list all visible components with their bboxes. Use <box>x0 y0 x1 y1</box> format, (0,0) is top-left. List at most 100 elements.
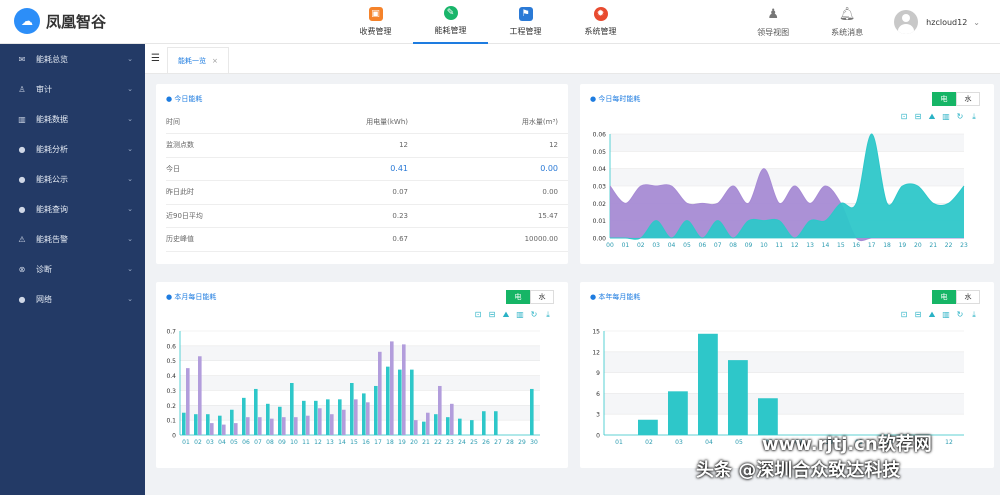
sidebar-item[interactable]: ● 能耗查询 ⌄ <box>0 194 145 224</box>
bar <box>362 393 366 435</box>
x-tick-label: 18 <box>386 439 394 446</box>
system-messages-button[interactable]: 🔔︎ 系统消息 <box>810 7 884 38</box>
chevron-down-icon: ⌄ <box>973 17 980 27</box>
x-tick-label: 05 <box>683 242 691 249</box>
x-tick-label: 22 <box>945 242 953 249</box>
close-icon[interactable]: × <box>212 57 218 65</box>
menu-icon: ⚠ <box>18 234 26 244</box>
bar <box>182 412 186 435</box>
leaf-icon: ✎ <box>443 6 458 20</box>
x-tick-label: 08 <box>266 439 274 446</box>
sidebar-item-label: 能耗公示 <box>36 174 68 184</box>
chevron-down-icon: ⌄ <box>127 205 133 213</box>
bar <box>386 366 390 435</box>
nav-fee-management[interactable]: ▣ 收费管理 <box>338 0 413 44</box>
y-tick-label: 6 <box>596 391 600 398</box>
nav-engineering-management[interactable]: ⚑ 工程管理 <box>488 0 563 44</box>
x-tick-label: 19 <box>398 439 406 446</box>
nav-label: 系统管理 <box>584 27 617 36</box>
bar <box>374 385 378 435</box>
sidebar-item[interactable]: ▥ 能耗数据 ⌄ <box>0 104 145 134</box>
leader-view-button[interactable]: ♟ 领导视图 <box>736 7 810 38</box>
today-energy-panel: ● 今日能耗 时间 用电量(kWh) 用水量(m³) 监测点数 12 12 今日… <box>156 84 568 264</box>
x-tick-label: 19 <box>899 242 907 249</box>
x-tick-label: 12 <box>945 439 953 446</box>
x-tick-label: 08 <box>729 242 737 249</box>
y-tick-label: 3 <box>596 412 600 419</box>
tab-energy-overview[interactable]: 能耗一览 × <box>167 47 229 73</box>
sidebar-item[interactable]: ● 能耗公示 ⌄ <box>0 164 145 194</box>
sidebar-item[interactable]: ✉ 能耗总览 ⌄ <box>0 44 145 74</box>
top-bar: ☁ 凤凰智谷 ▣ 收费管理 ✎ 能耗管理 ⚑ 工程管理 ✹ 系统管理 ♟ 领导视… <box>0 0 1000 44</box>
chevron-down-icon: ⌄ <box>127 85 133 93</box>
today-table: 时间 用电量(kWh) 用水量(m³) 监测点数 12 12 今日 0.41 0… <box>166 110 568 252</box>
bar <box>270 418 274 435</box>
hourly-chart: 0.00 0.01 0.02 0.03 0.04 0.05 0.06 00 01 02 03 04 05… <box>593 132 968 250</box>
nav-label: 能耗管理 <box>434 26 467 35</box>
sidebar-item[interactable]: ⊗ 诊断 ⌄ <box>0 254 145 284</box>
sidebar-item[interactable]: ♙ 审计 ⌄ <box>0 74 145 104</box>
x-tick-label: 20 <box>410 439 418 446</box>
nav-system-management[interactable]: ✹ 系统管理 <box>563 0 638 44</box>
x-tick-label: 18 <box>883 242 891 249</box>
x-tick-label: 02 <box>637 242 645 249</box>
cloud-icon: ☁ <box>14 8 40 34</box>
bell-icon: 🔔︎ <box>838 6 856 22</box>
x-tick-label: 22 <box>434 439 442 446</box>
menu-icon: ✉ <box>18 54 26 64</box>
row-label: 昨日此时 <box>166 180 278 205</box>
x-tick-label: 15 <box>837 242 845 249</box>
bar <box>194 414 198 435</box>
bar <box>354 399 358 435</box>
sidebar-item-label: 诊断 <box>36 264 52 274</box>
bar <box>390 341 394 435</box>
user-menu[interactable]: hzcloud12 ⌄ <box>894 10 980 34</box>
menu-toggle-icon[interactable]: ☰ <box>151 53 160 64</box>
daily-energy-panel: ● 本月每日能耗 电 水 ⊡ ⊟ ⛰ ▥ ↻ ⤓ 0 0.1 0.2 0.3 0.4 0.5 0.6 0… <box>156 282 568 468</box>
bar <box>258 417 262 435</box>
sidebar-item[interactable]: ● 网络 ⌄ <box>0 284 145 314</box>
top-nav: ▣ 收费管理 ✎ 能耗管理 ⚑ 工程管理 ✹ 系统管理 <box>338 0 638 44</box>
y-tick-label: 0.1 <box>166 418 176 425</box>
sidebar-item-label: 审计 <box>36 84 52 94</box>
sidebar-item[interactable]: ⚠ 能耗告警 ⌄ <box>0 224 145 254</box>
sidebar-item[interactable]: ● 能耗分析 ⌄ <box>0 134 145 164</box>
sidebar-item-label: 能耗数据 <box>36 114 68 124</box>
daily-chart: 0 0.1 0.2 0.3 0.4 0.5 0.6 0.7 01 02 03 04 05 06 07 08 09… <box>166 329 540 446</box>
bar <box>638 419 658 435</box>
x-tick-label: 03 <box>652 242 660 249</box>
bar <box>222 424 226 435</box>
row-label: 近90日平均 <box>166 204 278 228</box>
x-tick-label: 02 <box>194 439 202 446</box>
x-tick-label: 17 <box>868 242 876 249</box>
x-tick-label: 17 <box>374 439 382 446</box>
header-cell: 时间 <box>166 110 278 134</box>
x-tick-label: 11 <box>775 242 783 249</box>
logo[interactable]: ☁ 凤凰智谷 <box>14 8 106 34</box>
y-tick-label: 0.01 <box>593 218 607 225</box>
cell: 12 <box>418 133 568 158</box>
x-tick-label: 12 <box>791 242 799 249</box>
bar <box>266 403 270 435</box>
x-tick-label: 09 <box>278 439 286 446</box>
hourly-energy-panel: ● 今日每时能耗 电 水 ⊡ ⊟ ⛰ ▥ ↻ ⤓ 0.00 0.01 0.02 0.03 0.04… <box>580 84 994 264</box>
bar <box>494 411 498 435</box>
nav-energy-management[interactable]: ✎ 能耗管理 <box>413 0 488 44</box>
bar <box>330 414 334 435</box>
bar <box>278 406 282 435</box>
bar <box>728 360 748 435</box>
x-tick-label: 13 <box>326 439 334 446</box>
y-tick-label: 12 <box>592 349 600 356</box>
bar <box>458 418 462 435</box>
bar <box>338 399 342 435</box>
x-tick-label: 06 <box>699 242 707 249</box>
bar <box>198 356 202 435</box>
x-tick-label: 03 <box>675 439 683 446</box>
cell: 0.00 <box>418 157 568 181</box>
y-tick-label: 0 <box>596 433 600 440</box>
bar <box>470 420 474 435</box>
y-tick-label: 0.05 <box>593 149 607 156</box>
table-header: 时间 用电量(kWh) 用水量(m³) <box>166 110 568 134</box>
x-tick-label: 12 <box>314 439 322 446</box>
x-tick-label: 02 <box>645 439 653 446</box>
